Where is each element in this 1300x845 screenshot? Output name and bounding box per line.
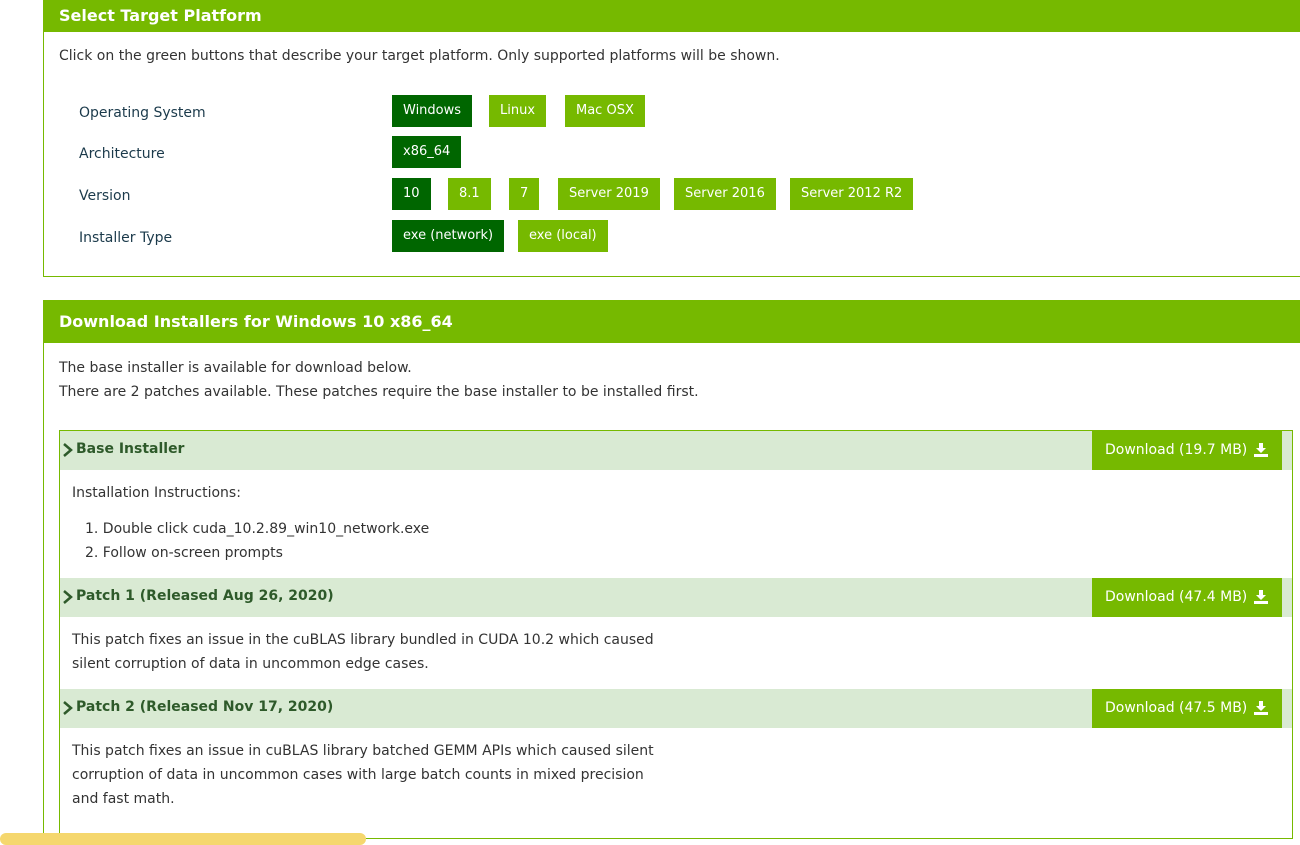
instruction-step-2: 2. Follow on-screen prompts (85, 545, 283, 561)
chevron-right-icon (63, 443, 73, 457)
base-installer-download-button[interactable]: Download (19.7 MB) (1092, 431, 1282, 470)
download-installers-panel: Download Installers for Windows 10 x86_6… (43, 300, 1300, 839)
architecture-label: Architecture (79, 146, 165, 162)
version-server-2019-button[interactable]: Server 2019 (558, 178, 660, 210)
download-icon (1254, 443, 1268, 457)
download-icon (1254, 590, 1268, 604)
patch2-row[interactable]: Patch 2 (Released Nov 17, 2020) Download… (60, 689, 1292, 728)
installer-type-label: Installer Type (79, 230, 173, 246)
chevron-right-icon (63, 701, 73, 715)
installation-instructions-heading: Installation Instructions: (72, 485, 241, 501)
download-intro-line2: There are 2 patches available. These pat… (59, 384, 699, 400)
os-linux-button[interactable]: Linux (489, 95, 547, 127)
download-intro-line1: The base installer is available for down… (59, 360, 412, 376)
base-installer-title: Base Installer (76, 441, 185, 457)
patch2-text-line1: This patch fixes an issue in cuBLAS libr… (72, 743, 654, 759)
version-server-2012-r2-button[interactable]: Server 2012 R2 (790, 178, 914, 210)
patch2-download-label: Download (47.5 MB) (1105, 700, 1248, 716)
installer-exe-local-button[interactable]: exe (local) (518, 220, 608, 252)
base-installer-row[interactable]: Base Installer Download (19.7 MB) (60, 431, 1292, 470)
patch2-title: Patch 2 (Released Nov 17, 2020) (76, 699, 334, 715)
installers-list: Base Installer Download (19.7 MB) Instal… (59, 430, 1293, 839)
patch2-text-line3: and fast math. (72, 791, 175, 807)
installer-exe-network-button[interactable]: exe (network) (392, 220, 505, 252)
patch2-download-button[interactable]: Download (47.5 MB) (1092, 689, 1282, 728)
platform-description: Click on the green buttons that describe… (59, 48, 780, 64)
patch1-download-label: Download (47.4 MB) (1105, 589, 1248, 605)
patch1-download-button[interactable]: Download (47.4 MB) (1092, 578, 1282, 617)
base-installer-download-label: Download (19.7 MB) (1105, 442, 1248, 458)
download-icon (1254, 701, 1268, 715)
os-windows-button[interactable]: Windows (392, 95, 473, 127)
os-label: Operating System (79, 105, 206, 121)
instruction-step-1: 1. Double click cuda_10.2.89_win10_netwo… (85, 521, 430, 537)
patch1-title: Patch 1 (Released Aug 26, 2020) (76, 588, 334, 604)
version-server-2016-button[interactable]: Server 2016 (674, 178, 776, 210)
target-platform-header: Select Target Platform (44, 0, 1300, 32)
arch-x86_64-button[interactable]: x86_64 (392, 136, 462, 168)
os-macosx-button[interactable]: Mac OSX (565, 95, 645, 127)
patch1-text-line1: This patch fixes an issue in the cuBLAS … (72, 632, 654, 648)
version-10-button[interactable]: 10 (392, 178, 431, 210)
patch1-text-line2: silent corruption of data in uncommon ed… (72, 656, 429, 672)
download-installers-header: Download Installers for Windows 10 x86_6… (44, 300, 1300, 343)
notification-bar (0, 833, 366, 845)
version-7-button[interactable]: 7 (509, 178, 540, 210)
patch2-text-line2: corruption of data in uncommon cases wit… (72, 767, 644, 783)
version-label: Version (79, 188, 131, 204)
chevron-right-icon (63, 590, 73, 604)
patch1-row[interactable]: Patch 1 (Released Aug 26, 2020) Download… (60, 578, 1292, 617)
version-8-1-button[interactable]: 8.1 (448, 178, 491, 210)
target-platform-panel: Select Target Platform Click on the gree… (43, 0, 1300, 277)
